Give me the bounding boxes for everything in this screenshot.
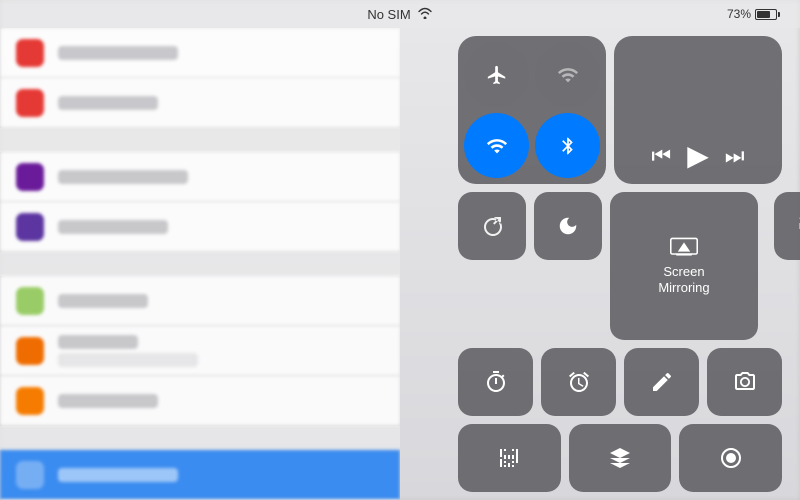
connectivity-block: [458, 36, 606, 184]
cc-row-3: [458, 348, 782, 416]
settings-icon: [16, 89, 44, 117]
control-center: ⏮ ▶ ⏭ Scr: [450, 28, 790, 500]
fast-forward-button[interactable]: ⏭: [725, 143, 745, 169]
settings-text: [58, 294, 148, 308]
settings-item: [0, 78, 400, 128]
bluetooth-button[interactable]: [535, 113, 600, 178]
battery-percentage: 73%: [727, 7, 751, 21]
clock-button[interactable]: [541, 348, 616, 416]
settings-icon: [16, 337, 44, 365]
settings-spacer: [0, 128, 400, 152]
cc-row-4: [458, 424, 782, 492]
settings-subtext: [58, 353, 198, 367]
qr-code-button[interactable]: [458, 424, 561, 492]
play-button[interactable]: ▶: [687, 139, 709, 172]
settings-item-selected: [0, 450, 400, 500]
airplane-mode-button[interactable]: [464, 42, 529, 107]
battery-area: 73%: [727, 7, 780, 21]
battery-icon: [755, 9, 780, 20]
settings-text: [58, 468, 178, 482]
settings-text: [58, 170, 188, 184]
timer-button[interactable]: [458, 348, 533, 416]
rewind-button[interactable]: ⏮: [651, 143, 671, 169]
wifi-toggle-button[interactable]: [464, 113, 529, 178]
settings-spacer: [0, 252, 400, 276]
markup-button[interactable]: [624, 348, 699, 416]
cc-row-1: ⏮ ▶ ⏭: [458, 36, 782, 184]
settings-spacer: [0, 426, 400, 450]
do-not-disturb-button[interactable]: [534, 192, 602, 260]
settings-item: [0, 152, 400, 202]
settings-item: [0, 276, 400, 326]
wifi-icon: [417, 7, 433, 22]
settings-icon: [16, 163, 44, 191]
camera-button[interactable]: [707, 348, 782, 416]
settings-icon: [16, 287, 44, 315]
media-player-block: ⏮ ▶ ⏭: [614, 36, 782, 184]
settings-text: [58, 220, 168, 234]
settings-item: [0, 376, 400, 426]
screen-mirroring-label: Screen Mirroring: [658, 264, 709, 295]
cellular-button[interactable]: [535, 42, 600, 107]
settings-item: [0, 326, 400, 376]
settings-text: [58, 46, 178, 60]
settings-icon: [16, 387, 44, 415]
settings-text: [58, 96, 158, 110]
mute-button[interactable]: [774, 192, 800, 260]
cc-row-2: Screen Mirroring: [458, 192, 782, 340]
settings-icon: [16, 39, 44, 67]
settings-text: [58, 335, 138, 349]
settings-icon: [16, 461, 44, 489]
status-bar: No SIM 73%: [0, 0, 800, 28]
ar-button[interactable]: [569, 424, 672, 492]
media-controls: ⏮ ▶ ⏭: [651, 139, 744, 172]
settings-list: [0, 28, 400, 500]
screen-record-button[interactable]: [679, 424, 782, 492]
settings-text: [58, 394, 158, 408]
rotation-lock-button[interactable]: [458, 192, 526, 260]
screen-mirroring-button[interactable]: Screen Mirroring: [610, 192, 758, 340]
settings-item: [0, 202, 400, 252]
carrier-label: No SIM: [367, 7, 410, 22]
settings-item: [0, 28, 400, 78]
settings-icon: [16, 213, 44, 241]
